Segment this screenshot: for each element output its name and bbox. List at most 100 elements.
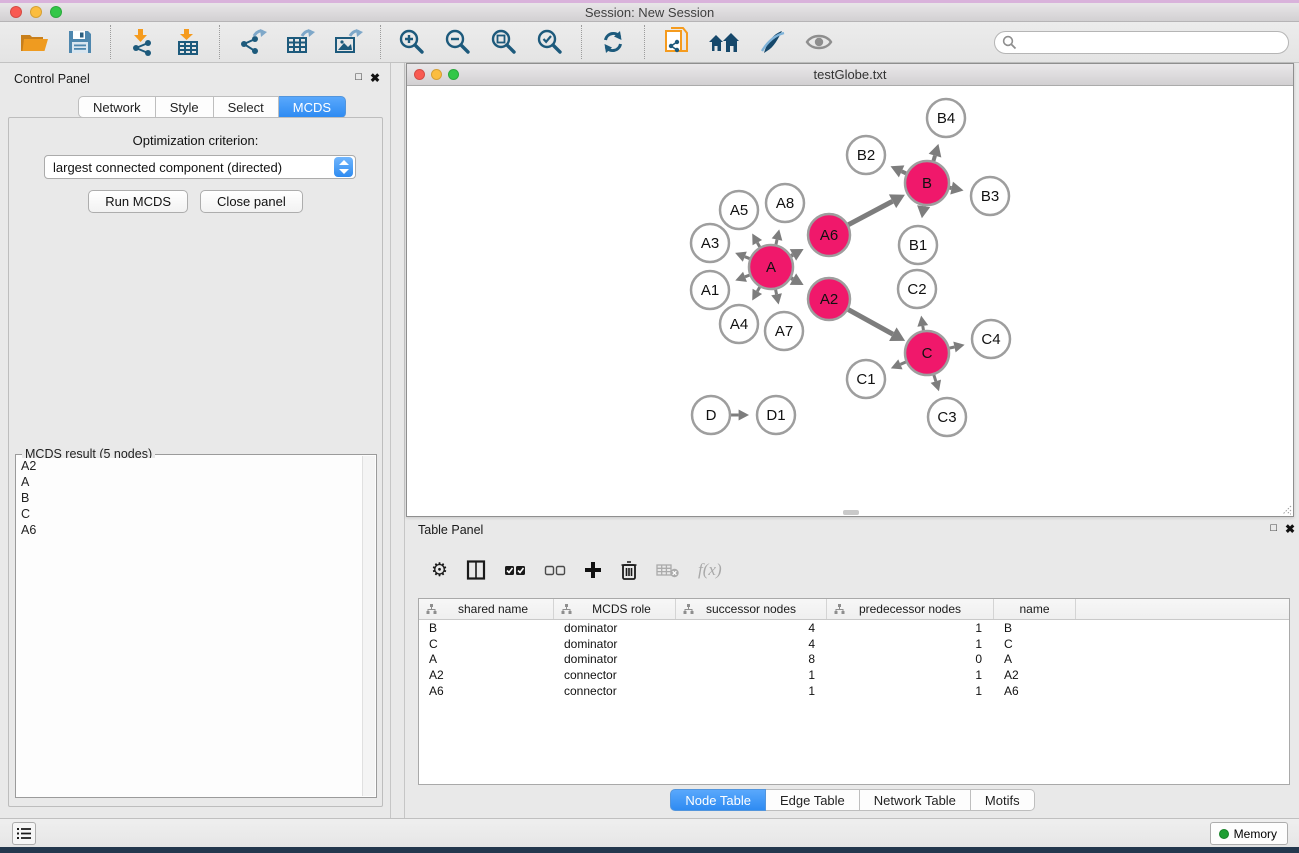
graph-edge-A2-C[interactable] [848, 310, 893, 335]
graph-edge-A-A8[interactable] [776, 240, 777, 245]
select-all-columns-button[interactable] [504, 563, 526, 577]
graph-edge-B-B4[interactable] [933, 156, 935, 161]
cell[interactable]: connector [554, 668, 676, 682]
function-builder-button[interactable]: f(x) [698, 560, 722, 580]
deselect-all-columns-button[interactable] [544, 563, 566, 577]
result-item[interactable]: A6 [21, 522, 362, 538]
cell[interactable]: 4 [676, 621, 827, 635]
graph-edge-C-C3[interactable] [934, 375, 936, 381]
cell[interactable]: B [994, 621, 1076, 635]
cell[interactable]: A2 [419, 668, 554, 682]
tab-select[interactable]: Select [214, 96, 279, 118]
cell[interactable]: 8 [676, 652, 827, 666]
table-settings-button[interactable]: ⚙ [431, 561, 448, 580]
graph-edge-C-C1[interactable] [900, 362, 905, 364]
delete-table-button[interactable] [656, 562, 680, 578]
cell[interactable]: A6 [994, 684, 1076, 698]
close-panel-button[interactable]: Close panel [200, 190, 303, 213]
cell[interactable]: connector [554, 684, 676, 698]
cell[interactable]: 1 [827, 637, 994, 651]
close-panel-icon[interactable]: ✖ [370, 71, 380, 85]
close-table-panel-icon[interactable]: ✖ [1285, 522, 1295, 536]
network-graph[interactable]: B4B2BB3A8A5A6A3B1AC2A1A2A4A7C4CC1C3DD1 [407, 86, 1293, 516]
cell[interactable]: 4 [676, 637, 827, 651]
cell[interactable]: dominator [554, 621, 676, 635]
cell[interactable]: A [419, 652, 554, 666]
graph-edge-A-A1[interactable] [745, 275, 749, 277]
resize-grip-icon[interactable] [1280, 503, 1292, 515]
graph-edge-A-A2[interactable] [791, 278, 793, 279]
new-network-from-selection-button[interactable] [656, 25, 696, 59]
tab-network[interactable]: Network [78, 96, 156, 118]
export-network-button[interactable] [231, 26, 273, 58]
search-box[interactable] [994, 31, 1289, 54]
cell[interactable]: A [994, 652, 1076, 666]
graph-edge-C-C4[interactable] [949, 347, 954, 348]
tab-motifs[interactable]: Motifs [971, 789, 1035, 811]
network-window-titlebar[interactable]: testGlobe.txt [407, 64, 1293, 86]
cell[interactable]: A6 [419, 684, 554, 698]
graph-edge-A6-B[interactable] [848, 201, 892, 224]
panel-splitter[interactable] [390, 63, 391, 818]
memory-button[interactable]: Memory [1210, 822, 1288, 845]
cell[interactable]: 0 [827, 652, 994, 666]
graph-edge-A-A6[interactable] [791, 255, 793, 256]
cell[interactable]: 1 [827, 668, 994, 682]
show-graphics-details-button[interactable] [798, 28, 840, 56]
zoom-selected-button[interactable] [530, 26, 570, 58]
column-header-MCDS-role[interactable]: MCDS role [554, 599, 676, 619]
graph-edge-A-A7[interactable] [776, 290, 777, 295]
open-session-button[interactable] [13, 27, 55, 57]
column-header-shared-name[interactable]: shared name [419, 599, 554, 619]
tab-network-table[interactable]: Network Table [860, 789, 971, 811]
export-table-button[interactable] [279, 26, 321, 58]
column-header-successor-nodes[interactable]: successor nodes [676, 599, 827, 619]
canvas-hscroll-thumb[interactable] [843, 510, 859, 515]
node-table[interactable]: shared nameMCDS rolesuccessor nodesprede… [418, 598, 1290, 785]
graph-edge-A-A4[interactable] [757, 287, 759, 291]
show-columns-button[interactable] [466, 560, 486, 580]
result-item[interactable]: C [21, 506, 362, 522]
search-input[interactable] [1022, 36, 1288, 50]
result-item[interactable]: A2 [21, 458, 362, 474]
table-row[interactable]: Adominator80A [419, 652, 1289, 668]
tab-edge-table[interactable]: Edge Table [766, 789, 860, 811]
column-header-name[interactable]: name [994, 599, 1076, 619]
result-item[interactable]: B [21, 490, 362, 506]
cell[interactable]: dominator [554, 652, 676, 666]
cell[interactable]: 1 [827, 621, 994, 635]
cell[interactable]: 1 [827, 684, 994, 698]
float-table-panel-icon[interactable]: □ [1270, 522, 1277, 534]
result-item[interactable]: A [21, 474, 362, 490]
refresh-button[interactable] [593, 26, 633, 58]
table-row[interactable]: A2connector11A2 [419, 667, 1289, 683]
tab-style[interactable]: Style [156, 96, 214, 118]
save-session-button[interactable] [61, 27, 99, 57]
create-column-button[interactable] [584, 561, 602, 579]
task-history-button[interactable] [12, 822, 36, 845]
network-canvas[interactable]: B4B2BB3A8A5A6A3B1AC2A1A2A4A7C4CC1C3DD1 [407, 86, 1293, 516]
first-neighbors-button[interactable] [702, 27, 746, 57]
cell[interactable]: B [419, 621, 554, 635]
zoom-fit-button[interactable] [484, 26, 524, 58]
float-panel-icon[interactable]: □ [355, 71, 362, 83]
table-row[interactable]: Cdominator41C [419, 636, 1289, 652]
graph-edge-B-B2[interactable] [902, 171, 906, 173]
run-mcds-button[interactable]: Run MCDS [88, 190, 188, 213]
graph-edge-A-A3[interactable] [745, 257, 750, 259]
panel-splitter[interactable] [404, 63, 405, 818]
tab-node-table[interactable]: Node Table [670, 789, 766, 811]
import-table-button[interactable] [168, 26, 208, 58]
import-network-button[interactable] [122, 26, 162, 58]
result-scrollbar[interactable] [362, 456, 375, 796]
criterion-select[interactable]: largest connected component (directed) [44, 155, 356, 179]
tab-mcds[interactable]: MCDS [279, 96, 346, 118]
export-image-button[interactable] [327, 26, 369, 58]
annotation-mode-button[interactable] [752, 27, 792, 57]
cell[interactable]: 1 [676, 684, 827, 698]
cell[interactable]: A2 [994, 668, 1076, 682]
zoom-in-button[interactable] [392, 26, 432, 58]
table-row[interactable]: A6connector11A6 [419, 683, 1289, 699]
graph-edge-C-C2[interactable] [923, 326, 924, 330]
zoom-out-button[interactable] [438, 26, 478, 58]
